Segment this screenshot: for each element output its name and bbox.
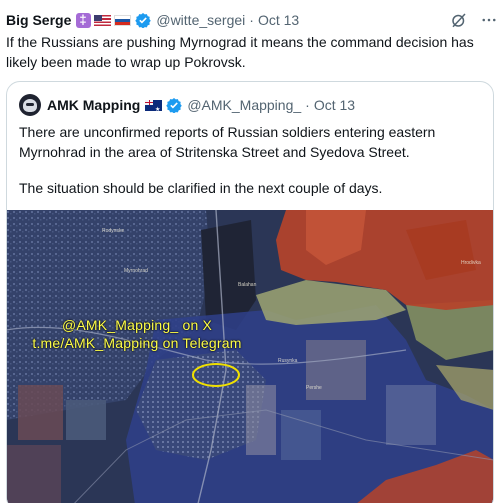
place-label: Balahan <box>238 282 257 288</box>
map-watermark-line-1: @AMK_Mapping_ on X <box>61 317 213 333</box>
place-label: Rodynske <box>102 228 125 234</box>
purple-badge-icon <box>76 12 92 28</box>
map-image[interactable]: Myrnohrad Rodynske Balahan Pershe Rusynk… <box>7 210 493 503</box>
field <box>386 385 436 445</box>
quoted-text: There are unconfirmed reports of Russian… <box>19 122 485 198</box>
place-label: Pershe <box>306 385 322 391</box>
quoted-header: AMK Mapping @AMK_Mapping_ · Oct 13 <box>19 94 355 116</box>
tweet[interactable]: Big Serge @witte_sergei · Oct 13 If the … <box>0 0 504 503</box>
more-icon[interactable] <box>480 11 498 29</box>
place-label: Myrnohrad <box>124 268 148 274</box>
quoted-author-handle[interactable]: @AMK_Mapping_ <box>187 97 301 113</box>
place-label: Hrodivka <box>461 260 481 266</box>
us-flag-icon <box>94 14 112 26</box>
field <box>66 400 106 440</box>
verified-icon <box>166 98 183 113</box>
tweet-timestamp[interactable]: Oct 13 <box>258 12 299 28</box>
field <box>246 385 276 455</box>
field <box>18 385 63 440</box>
author-name[interactable]: Big Serge <box>6 12 71 28</box>
avatar[interactable] <box>19 94 41 116</box>
place-label: Rusynka <box>278 358 298 364</box>
field <box>306 340 366 400</box>
australia-flag-icon <box>145 99 163 113</box>
map-watermark-line-2: t.me/AMK_Mapping on Telegram <box>32 335 242 351</box>
quoted-timestamp[interactable]: Oct 13 <box>314 97 355 113</box>
separator-dot: · <box>249 12 254 28</box>
quoted-paragraph-2: The situation should be clarified in the… <box>19 180 383 196</box>
quoted-tweet[interactable]: AMK Mapping @AMK_Mapping_ · Oct 13 There… <box>6 81 494 503</box>
verified-icon <box>135 13 152 28</box>
header-actions <box>450 11 498 29</box>
author-handle[interactable]: @witte_sergei <box>156 12 245 28</box>
russia-flag-icon <box>114 14 132 26</box>
field <box>7 445 61 503</box>
grok-icon[interactable] <box>450 11 468 29</box>
quoted-paragraph-1: There are unconfirmed reports of Russian… <box>19 124 436 160</box>
separator-dot: · <box>305 97 310 113</box>
quoted-author-name[interactable]: AMK Mapping <box>47 97 140 113</box>
frontline-map <box>7 210 493 503</box>
tweet-header: Big Serge @witte_sergei · Oct 13 <box>6 9 498 31</box>
tweet-text: If the Russians are pushing Myrnograd it… <box>6 34 474 70</box>
field <box>281 410 321 460</box>
